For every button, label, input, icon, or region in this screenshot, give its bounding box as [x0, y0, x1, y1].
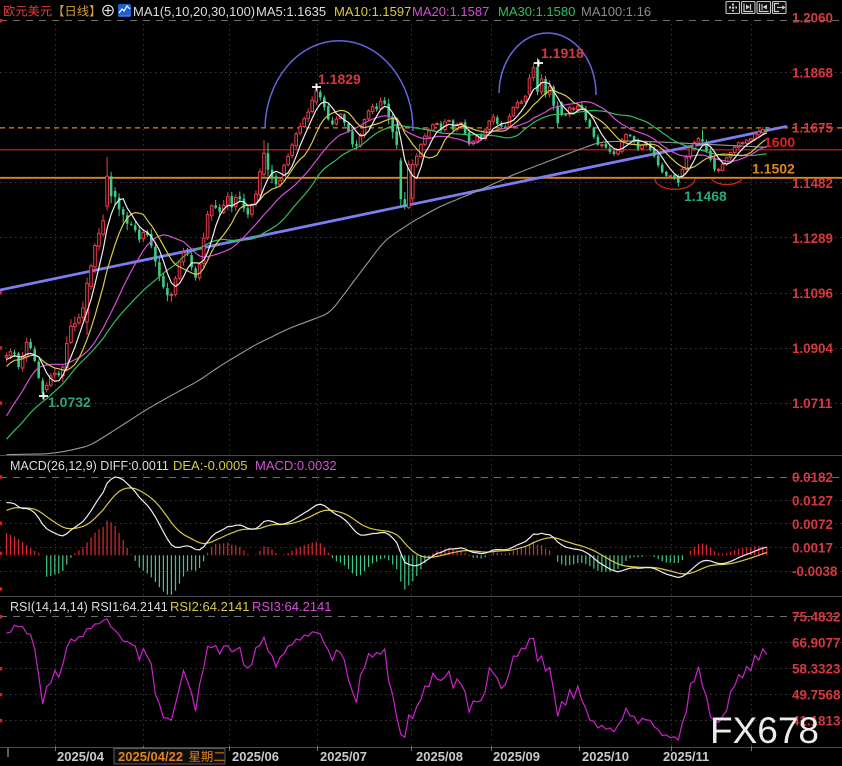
svg-text:MA20:1.1587: MA20:1.1587 — [412, 4, 489, 19]
svg-text:2025/09: 2025/09 — [493, 749, 540, 764]
svg-text:0.0017: 0.0017 — [792, 541, 833, 556]
svg-text:MA30:1.1580: MA30:1.1580 — [498, 4, 575, 19]
svg-text:1.1918: 1.1918 — [541, 45, 584, 61]
svg-text:2025/08: 2025/08 — [416, 749, 463, 764]
svg-text:MA100:1.16: MA100:1.16 — [581, 4, 651, 19]
svg-text:0.0182: 0.0182 — [792, 470, 833, 485]
svg-text:58.3323: 58.3323 — [792, 662, 840, 677]
svg-text:FX678: FX678 — [710, 710, 819, 751]
svg-text:1.0904: 1.0904 — [792, 341, 834, 356]
svg-text:2025/06: 2025/06 — [232, 749, 279, 764]
svg-text:75.4832: 75.4832 — [792, 610, 840, 625]
svg-text:1600: 1600 — [764, 134, 795, 150]
svg-text:66.9077: 66.9077 — [792, 636, 840, 651]
svg-text:MACD(26,12,9) DIFF:0.0011: MACD(26,12,9) DIFF:0.0011 — [10, 459, 169, 473]
svg-text:2025/11: 2025/11 — [663, 749, 709, 764]
svg-text:1.1868: 1.1868 — [792, 66, 834, 81]
svg-text:RSI(14,14,14) RSI1:64.2141: RSI(14,14,14) RSI1:64.2141 — [10, 600, 168, 614]
svg-text:MA1(5,10,20,30,100): MA1(5,10,20,30,100) — [133, 4, 255, 19]
svg-text:1.1482: 1.1482 — [792, 176, 833, 191]
svg-text:RSI2:64.2141: RSI2:64.2141 — [170, 599, 250, 614]
svg-text:MA5:1.1635: MA5:1.1635 — [256, 4, 326, 19]
svg-text:1.0711: 1.0711 — [792, 396, 833, 411]
svg-text:-0.0038: -0.0038 — [792, 564, 838, 579]
svg-text:RSI3:64.2141: RSI3:64.2141 — [252, 599, 332, 614]
svg-text:0.0072: 0.0072 — [792, 517, 833, 532]
svg-text:2025/04/22: 2025/04/22 — [118, 749, 183, 764]
svg-text:1.1502: 1.1502 — [752, 161, 795, 177]
svg-text:MACD:0.0032: MACD:0.0032 — [255, 458, 337, 473]
svg-text:0.0127: 0.0127 — [792, 494, 833, 509]
svg-text:1.1096: 1.1096 — [792, 286, 833, 301]
svg-text:1.1675: 1.1675 — [792, 121, 834, 136]
svg-text:49.7568: 49.7568 — [792, 688, 841, 703]
svg-text:2025/07: 2025/07 — [320, 749, 367, 764]
svg-text:1.0732: 1.0732 — [48, 394, 91, 410]
svg-text:DEA:-0.0005: DEA:-0.0005 — [173, 458, 247, 473]
svg-text:1.1289: 1.1289 — [792, 231, 833, 246]
svg-text:2025/10: 2025/10 — [582, 749, 629, 764]
svg-text:1.2060: 1.2060 — [792, 11, 833, 26]
svg-text:2025/04: 2025/04 — [57, 749, 105, 764]
svg-text:1.1829: 1.1829 — [318, 71, 361, 87]
svg-text:1.1468: 1.1468 — [684, 188, 727, 204]
svg-text:MA10:1.1597: MA10:1.1597 — [334, 4, 411, 19]
